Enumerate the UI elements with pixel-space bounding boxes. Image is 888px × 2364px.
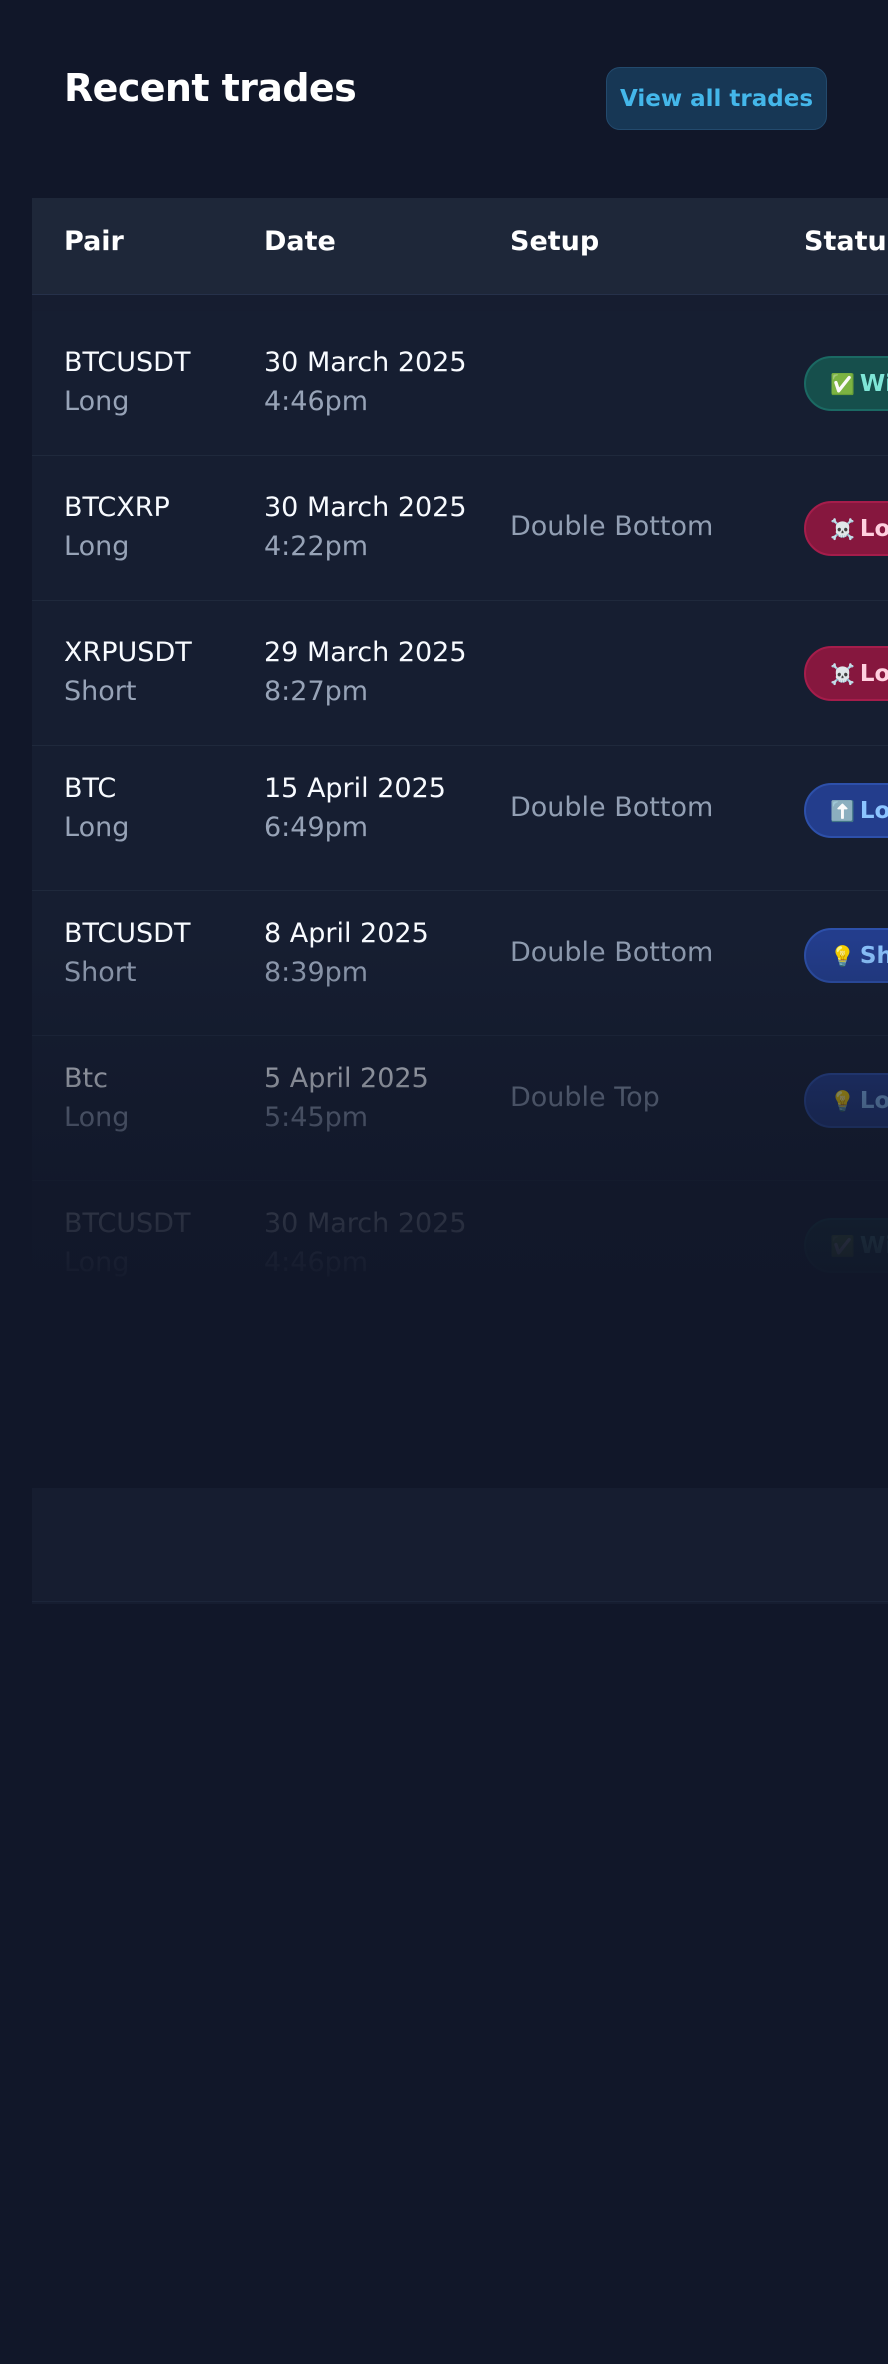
trade-time: 5:45pm	[264, 1101, 369, 1133]
trade-setup: Double Bottom	[510, 511, 714, 542]
status-label: Long	[859, 797, 888, 824]
status-badge[interactable]: ⬆️ Long	[804, 783, 888, 838]
trade-date-cell: 29 March 2025 8:27pm	[264, 638, 484, 706]
status-badge[interactable]: ☠️ Loss	[804, 501, 888, 556]
trade-direction: Long	[64, 530, 130, 562]
trade-date-cell: 5 April 2025 5:45pm	[264, 1064, 484, 1132]
trade-row[interactable]: BTCUSDT Short 8 April 2025 8:39pm Double…	[32, 891, 888, 1036]
trade-pair-cell: BTCUSDT Long	[64, 1209, 244, 1277]
trade-pair: BTC	[64, 773, 117, 804]
trade-setup: Double Top	[510, 1082, 660, 1113]
trade-date: 15 April 2025	[264, 773, 446, 804]
trade-pair: BTCUSDT	[64, 918, 191, 949]
status-column-header[interactable]: Status	[804, 228, 888, 255]
trade-time: 8:27pm	[264, 675, 369, 707]
status-label: Win	[859, 370, 888, 397]
recent-trades-table: Pair Date Setup Status BTCUSDT Long 30 M…	[32, 198, 888, 1604]
status-label: Long	[859, 1087, 888, 1114]
trade-pair-cell: BTCUSDT Long	[64, 348, 244, 416]
status-badge[interactable]: ☠️ Loss	[804, 646, 888, 701]
trade-setup: Double Bottom	[510, 937, 714, 968]
trade-rows: BTCUSDT Long 30 March 2025 4:46pm ✅ Win …	[32, 311, 888, 1371]
check-icon: ✅	[830, 371, 855, 396]
trade-pair: BTCUSDT	[64, 347, 191, 378]
trade-pair-cell: BTCXRP Long	[64, 493, 244, 561]
trade-pair: BTCXRP	[64, 492, 170, 523]
trade-date-cell: 30 March 2025 4:22pm	[264, 493, 484, 561]
view-all-trades-button[interactable]: View all trades	[606, 67, 827, 130]
trade-direction: Long	[64, 385, 130, 417]
trade-pair-cell: Btc Long	[64, 1064, 244, 1132]
trade-direction: Long	[64, 811, 130, 843]
table-header: Pair Date Setup Status	[32, 198, 888, 295]
trade-pair: Btc	[64, 1063, 108, 1094]
trade-time: 6:49pm	[264, 811, 369, 843]
date-column-header[interactable]: Date	[264, 228, 336, 255]
trade-date-cell: 8 April 2025 8:39pm	[264, 919, 484, 987]
status-badge[interactable]: 💡 Short	[804, 928, 888, 983]
status-label: Short	[859, 942, 888, 969]
trade-row[interactable]: BTCXRP Long 30 March 2025 4:22pm Double …	[32, 456, 888, 601]
trade-direction: Long	[64, 1246, 130, 1278]
trade-row[interactable]: BTC Long 15 April 2025 6:49pm Double Bot…	[32, 746, 888, 891]
trade-row[interactable]: Btc Long 5 April 2025 5:45pm Double Top …	[32, 1036, 888, 1181]
trade-time: 4:46pm	[264, 1246, 369, 1278]
status-badge[interactable]: 💡 Long	[804, 1073, 888, 1128]
status-badge[interactable]: ✅ Win	[804, 356, 888, 411]
trade-date: 30 March 2025	[264, 1208, 467, 1239]
setup-column-header[interactable]: Setup	[510, 228, 599, 255]
trade-direction: Long	[64, 1101, 130, 1133]
trade-date: 30 March 2025	[264, 347, 467, 378]
status-label: Loss	[859, 660, 888, 687]
recent-trades-header: Recent trades View all trades	[0, 0, 888, 198]
trade-date: 29 March 2025	[264, 637, 467, 668]
trade-row[interactable]: BTCUSDT Long 30 March 2025 4:46pm ✅ Win	[32, 1181, 888, 1326]
skull-icon: ☠️	[830, 516, 855, 541]
trade-row[interactable]: BTCUSDT Long 30 March 2025 4:46pm ✅ Win	[32, 311, 888, 456]
arrow-up-icon: ⬆️	[830, 798, 855, 823]
trade-time: 4:22pm	[264, 530, 369, 562]
check-icon: ✅	[830, 1233, 855, 1258]
lightbulb-icon: 💡	[830, 1088, 855, 1113]
trade-date: 5 April 2025	[264, 1063, 429, 1094]
status-label: Loss	[859, 515, 888, 542]
trade-date-cell: 30 March 2025 4:46pm	[264, 1209, 484, 1277]
page-title: Recent trades	[64, 66, 357, 110]
trade-setup: Double Bottom	[510, 792, 714, 823]
table-bottom-divider	[32, 1601, 888, 1602]
status-label: Win	[859, 1232, 888, 1259]
lightbulb-icon: 💡	[830, 943, 855, 968]
trade-direction: Short	[64, 675, 137, 707]
trade-direction: Short	[64, 956, 137, 988]
trade-date-cell: 15 April 2025 6:49pm	[264, 774, 484, 842]
trade-pair-cell: BTCUSDT Short	[64, 919, 244, 987]
status-badge[interactable]: ✅ Win	[804, 1218, 888, 1273]
trade-date: 8 April 2025	[264, 918, 429, 949]
trade-row[interactable]: XRPUSDT Short 29 March 2025 8:27pm ☠️ Lo…	[32, 601, 888, 746]
trade-date: 30 March 2025	[264, 492, 467, 523]
recent-trades-page: Recent trades View all trades Pair Date …	[0, 0, 888, 2364]
trade-pair-cell: XRPUSDT Short	[64, 638, 244, 706]
pair-column-header[interactable]: Pair	[64, 228, 124, 255]
trade-time: 4:46pm	[264, 385, 369, 417]
trade-date-cell: 30 March 2025 4:46pm	[264, 348, 484, 416]
trade-pair: XRPUSDT	[64, 637, 192, 668]
trade-time: 8:39pm	[264, 956, 369, 988]
trade-pair-cell: BTC Long	[64, 774, 244, 842]
skull-icon: ☠️	[830, 661, 855, 686]
trade-pair: BTCUSDT	[64, 1208, 191, 1239]
